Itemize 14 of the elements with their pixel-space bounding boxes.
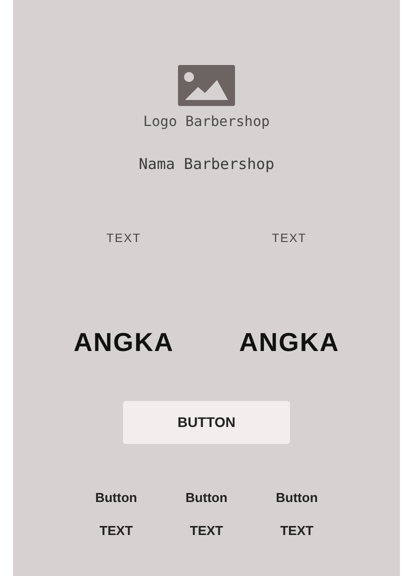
stat-label: TEXT <box>272 230 307 246</box>
stat-value: ANGKA <box>239 327 340 357</box>
action-button[interactable]: Button <box>186 489 228 507</box>
action-button[interactable]: Button <box>95 489 138 507</box>
logo-label: Logo Barbershop <box>143 113 270 132</box>
action-text: TEXT <box>190 522 224 540</box>
image-icon <box>178 65 235 106</box>
action-text: TEXT <box>280 522 314 540</box>
shop-name: Nama Barbershop <box>138 154 274 175</box>
stat-value: ANGKA <box>74 327 174 357</box>
action-text: TEXT <box>100 522 133 540</box>
action-button[interactable]: Button <box>276 489 318 507</box>
stat-label: TEXT <box>106 230 142 246</box>
main-button[interactable]: BUTTON <box>123 401 290 444</box>
